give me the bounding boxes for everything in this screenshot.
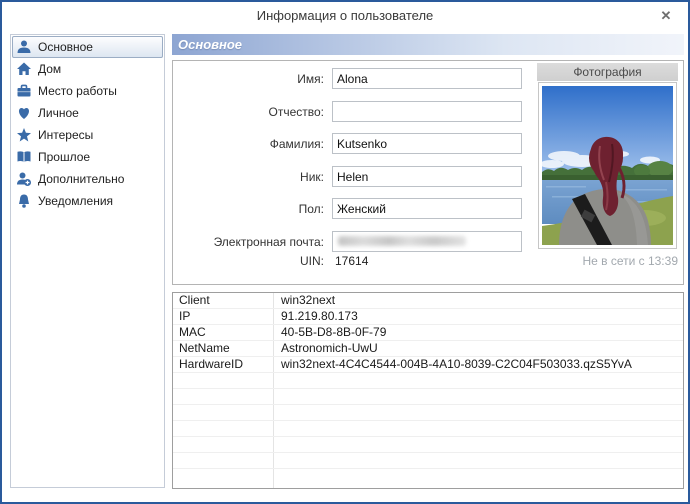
table-cell-value: win32next [281, 293, 336, 307]
first-name-label: Имя: [297, 72, 324, 86]
table-cell-value [274, 453, 683, 468]
table-cell-key [173, 437, 274, 452]
table-row[interactable]: MAC 40-5B-D8-8B-0F-79 [173, 325, 683, 341]
table-row[interactable]: NetName Astronomich-UwU [173, 341, 683, 357]
sidebar-item-label: Дополнительно [38, 172, 125, 186]
sidebar: Основное Дом Место работы Личное Интересы Про… [10, 34, 165, 488]
sidebar-item-person-plus[interactable]: Дополнительно [12, 168, 163, 190]
last-name-field[interactable] [332, 133, 522, 154]
sidebar-item-label: Основное [38, 40, 93, 54]
table-cell-value [274, 373, 683, 388]
sidebar-item-label: Интересы [38, 128, 94, 142]
heart-icon [16, 105, 33, 121]
table-row[interactable]: Client win32next [173, 293, 683, 309]
form-row-middle-name: Отчество: [172, 101, 532, 122]
photo-image [542, 86, 673, 245]
form-row-email: Электронная почта: [172, 231, 532, 252]
middle-name-label: Отчество: [268, 105, 325, 119]
nickname-label: Ник: [300, 170, 324, 184]
sidebar-item-bell[interactable]: Уведомления [12, 190, 163, 212]
table-cell-key [173, 469, 274, 488]
sidebar-item-book[interactable]: Прошлое [12, 146, 163, 168]
profile-photo [538, 82, 677, 249]
sidebar-item-person[interactable]: Основное [12, 36, 163, 58]
gender-field[interactable] [332, 198, 522, 219]
bell-icon [16, 193, 33, 209]
table-row[interactable] [173, 405, 683, 421]
table-cell-value [274, 421, 683, 436]
table-cell-value: 40-5B-D8-8B-0F-79 [281, 325, 387, 339]
section-header: Основное [172, 34, 684, 55]
email-field[interactable] [332, 231, 522, 252]
sidebar-item-home[interactable]: Дом [12, 58, 163, 80]
uin-row: UIN: 17614 [172, 254, 532, 270]
online-status: Не в сети с 13:39 [582, 254, 678, 268]
table-cell-value [274, 469, 683, 488]
gender-label: Пол: [298, 202, 324, 216]
sidebar-item-label: Личное [38, 106, 79, 120]
form-row-nickname: Ник: [172, 166, 532, 187]
photo-header: Фотография [537, 63, 678, 81]
form-row-last-name: Фамилия: [172, 133, 532, 154]
sidebar-item-label: Место работы [38, 84, 117, 98]
person-plus-icon [16, 171, 33, 187]
table-cell-key [173, 453, 274, 468]
titlebar: Информация о пользователе ✕ [2, 2, 688, 32]
table-cell-key [173, 373, 274, 388]
form-row-gender: Пол: [172, 198, 532, 219]
table-cell-value: 91.219.80.173 [281, 309, 358, 323]
table-row[interactable] [173, 373, 683, 389]
table-row[interactable]: HardwareID win32next-4C4C4544-004B-4A10-8… [173, 357, 683, 373]
person-icon [16, 39, 33, 55]
email-label: Электронная почта: [213, 235, 324, 249]
table-cell-value [274, 405, 683, 420]
table-cell-value [274, 389, 683, 404]
table-cell-key: IP [173, 309, 274, 324]
middle-name-field[interactable] [332, 101, 522, 122]
uin-value: 17614 [335, 254, 369, 268]
table-row[interactable]: IP 91.219.80.173 [173, 309, 683, 325]
table-cell-key: NetName [173, 341, 274, 356]
uin-label: UIN: [300, 254, 324, 268]
briefcase-icon [16, 83, 33, 99]
table-cell-key [173, 389, 274, 404]
window-title: Информация о пользователе [256, 8, 434, 23]
table-cell-value [274, 437, 683, 452]
sidebar-item-heart[interactable]: Личное [12, 102, 163, 124]
table-cell-key [173, 421, 274, 436]
form-row-first-name: Имя: [172, 68, 532, 89]
user-info-window: Информация о пользователе ✕ Основное Дом М… [0, 0, 690, 504]
sidebar-item-label: Прошлое [38, 150, 91, 164]
sidebar-item-label: Уведомления [38, 194, 114, 208]
table-cell-value: Astronomich-UwU [281, 341, 378, 355]
table-cell-key: HardwareID [173, 357, 274, 372]
details-table: Client win32next IP 91.219.80.173 MAC 40-5B-D… [172, 292, 684, 489]
table-cell-value: win32next-4C4C4544-004B-4A10-8039-C2C04F… [281, 357, 632, 371]
last-name-label: Фамилия: [269, 137, 324, 151]
table-cell-key: MAC [173, 325, 274, 340]
table-row[interactable] [173, 469, 683, 488]
sidebar-item-star[interactable]: Интересы [12, 124, 163, 146]
table-row[interactable] [173, 453, 683, 469]
close-icon[interactable]: ✕ [658, 8, 674, 24]
book-icon [16, 149, 33, 165]
table-cell-key [173, 405, 274, 420]
home-icon [16, 61, 33, 77]
star-icon [16, 127, 33, 143]
table-cell-key: Client [173, 293, 274, 308]
section-header-label: Основное [178, 37, 243, 52]
table-row[interactable] [173, 389, 683, 405]
sidebar-item-label: Дом [38, 62, 62, 76]
table-row[interactable] [173, 421, 683, 437]
table-row[interactable] [173, 437, 683, 453]
nickname-field[interactable] [332, 166, 522, 187]
first-name-field[interactable] [332, 68, 522, 89]
sidebar-item-briefcase[interactable]: Место работы [12, 80, 163, 102]
